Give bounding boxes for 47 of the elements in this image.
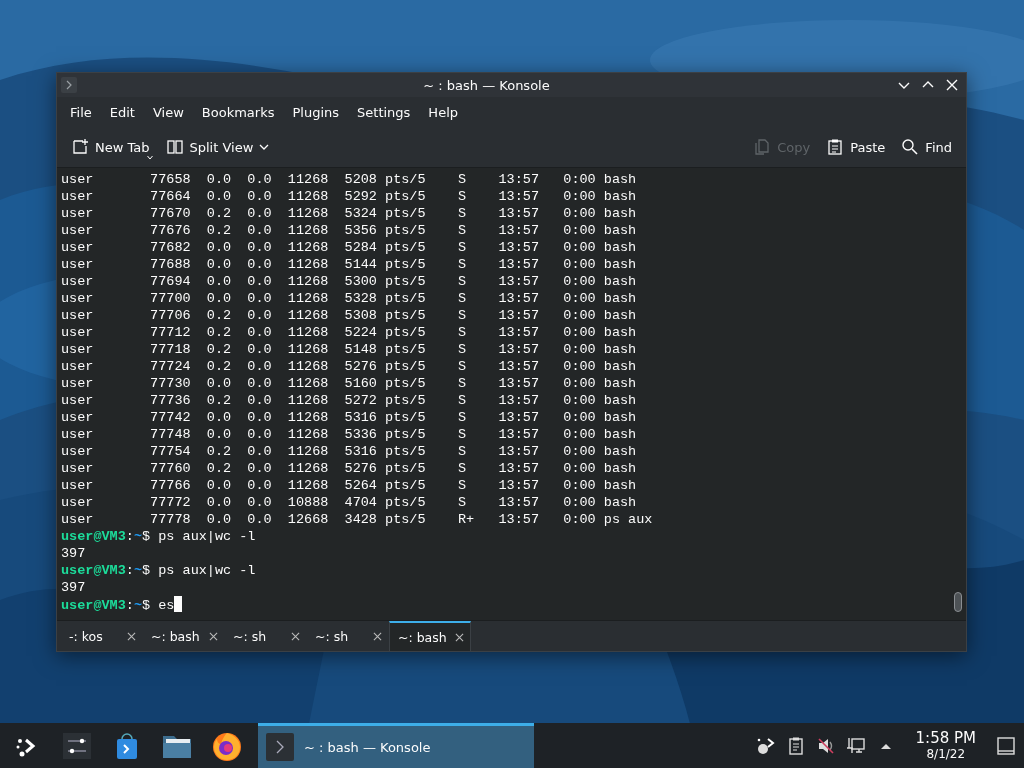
terminal-tab[interactable]: ~: sh	[225, 621, 307, 651]
split-view-button[interactable]: Split View	[159, 134, 276, 160]
terminal-line: user 77670 0.2 0.0 11268 5324 pts/5 S 13:57 0:00 bash	[61, 205, 637, 222]
terminal-line: user 77730 0.0 0.0 11268 5160 pts/5 S 13:57 0:00 bash	[61, 375, 637, 392]
window-title: ~ : bash — Konsole	[422, 77, 551, 93]
new-tab-button[interactable]: New Tab	[65, 134, 156, 160]
task-button[interactable]: ~ : bash — Konsole	[258, 723, 534, 768]
terminal-line: 397	[61, 545, 86, 562]
menu-item[interactable]: Plugins	[283, 102, 349, 122]
terminal-tab[interactable]: ~: sh	[307, 621, 389, 651]
clock-time[interactable]: 1:58 PM	[915, 730, 976, 747]
terminal-line: user 77658 0.0 0.0 11268 5208 pts/5 S 13:57 0:00 bash	[61, 171, 637, 188]
find-button[interactable]: Find	[895, 134, 958, 160]
terminal-line: user 77772 0.0 0.0 10888 4704 pts/5 S 13:57 0:00 bash	[61, 494, 637, 511]
terminal-line: 397	[61, 579, 86, 596]
terminal-line: user 77736 0.2 0.0 11268 5272 pts/5 S 13:57 0:00 bash	[61, 392, 637, 409]
paste-button[interactable]: Paste	[820, 134, 892, 160]
terminal-line: user 77694 0.0 0.0 11268 5300 pts/5 S 13:57 0:00 bash	[61, 273, 637, 290]
terminal-line: user 77664 0.0 0.0 11268 5292 pts/5 S 13:57 0:00 bash	[61, 188, 637, 205]
terminal-tab[interactable]: ~: bash	[143, 621, 225, 651]
terminal-line: user 77754 0.2 0.0 11268 5316 pts/5 S 13:57 0:00 bash	[61, 443, 637, 460]
task-title: ~ : bash — Konsole	[304, 739, 431, 755]
menu-item[interactable]: File	[61, 102, 101, 122]
terminal-line: user 77718 0.2 0.0 11268 5148 pts/5 S 13:57 0:00 bash	[61, 341, 637, 358]
terminal-line: user 77688 0.0 0.0 11268 5144 pts/5 S 13:57 0:00 bash	[61, 256, 637, 273]
menu-item[interactable]: View	[143, 102, 193, 122]
terminal-line: user 77712 0.2 0.0 11268 5224 pts/5 S 13:57 0:00 bash	[61, 324, 637, 341]
terminal-line: user 77700 0.0 0.0 11268 5328 pts/5 S 13:57 0:00 bash	[61, 290, 637, 307]
terminal-line: user 77706 0.2 0.0 11268 5308 pts/5 S 13:57 0:00 bash	[61, 307, 637, 324]
menu-item[interactable]: Bookmarks	[192, 102, 284, 122]
terminal-line: user 77682 0.0 0.0 11268 5284 pts/5 S 13:57 0:00 bash	[61, 239, 637, 256]
terminal-line: user 77748 0.0 0.0 11268 5336 pts/5 S 13:57 0:00 bash	[61, 426, 637, 443]
menu-item[interactable]: Settings	[348, 102, 420, 122]
terminal-line: user 77778 0.0 0.0 12668 3428 pts/5 R+ 13:57 0:00 ps aux	[61, 511, 653, 528]
prompt-line: user@VM3:~$ es	[61, 596, 183, 613]
prompt-line: user@VM3:~$ ps aux|wc -l	[61, 562, 256, 579]
menu-item[interactable]: Edit	[100, 102, 144, 122]
menu-item[interactable]: Help	[419, 102, 467, 122]
terminal-tab[interactable]: -: kos	[61, 621, 143, 651]
terminal-tab[interactable]: ~: bash	[389, 621, 471, 651]
terminal-line: user 77676 0.2 0.0 11268 5356 pts/5 S 13:57 0:00 bash	[61, 222, 637, 239]
terminal-line: user 77724 0.2 0.0 11268 5276 pts/5 S 13:57 0:00 bash	[61, 358, 637, 375]
terminal-line: user 77766 0.0 0.0 11268 5264 pts/5 S 13:57 0:00 bash	[61, 477, 637, 494]
terminal-line: user 77760 0.2 0.0 11268 5276 pts/5 S 13:57 0:00 bash	[61, 460, 637, 477]
clock-date[interactable]: 8/1/22	[926, 747, 966, 761]
terminal-line: user 77742 0.0 0.0 11268 5316 pts/5 S 13:57 0:00 bash	[61, 409, 637, 426]
prompt-line: user@VM3:~$ ps aux|wc -l	[61, 528, 256, 545]
